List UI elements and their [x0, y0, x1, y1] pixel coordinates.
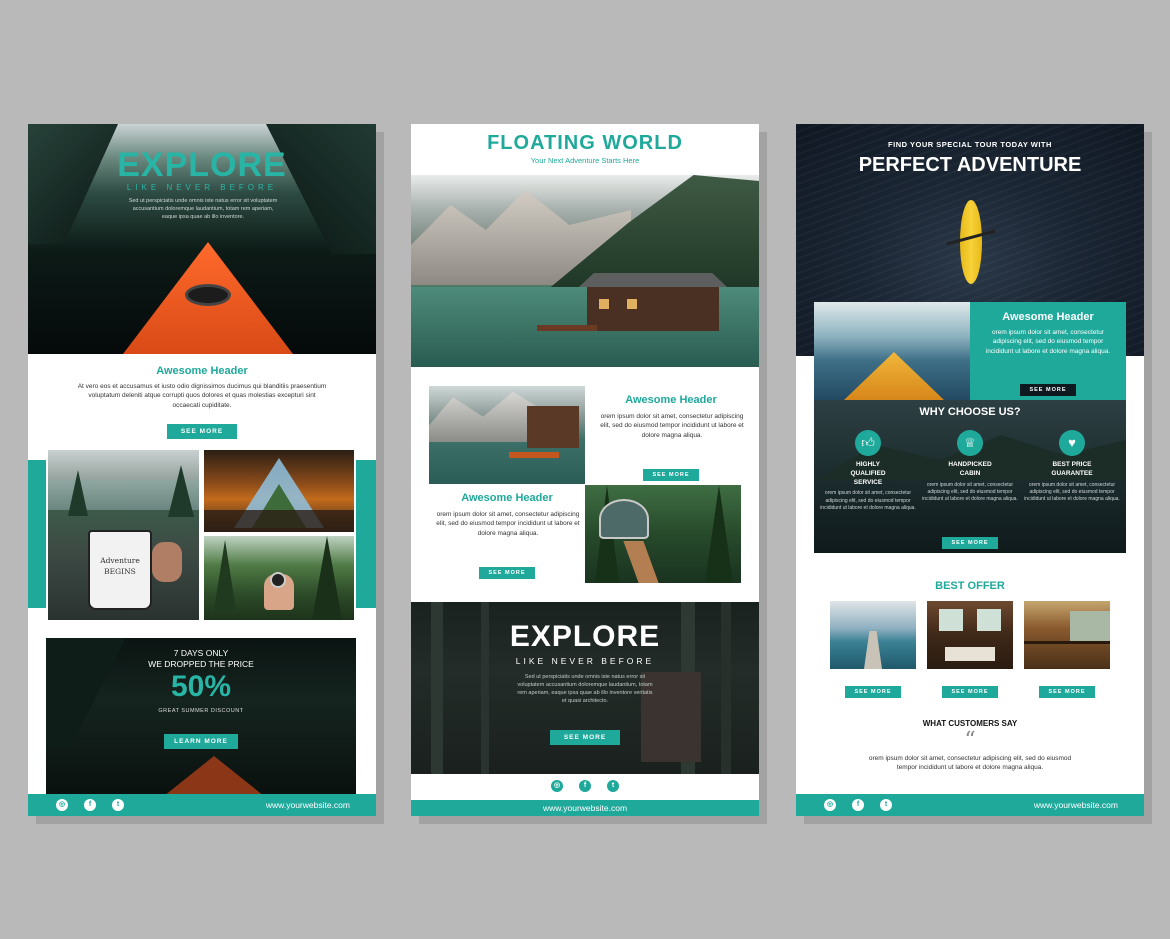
- lake-cabin-photo: [411, 175, 759, 367]
- row2-body: orem ipsum dolor sit amet, consectetur a…: [436, 511, 580, 537]
- row1-header: Awesome Header: [625, 394, 717, 406]
- trophy-icon: ♕: [957, 430, 983, 456]
- offer-cabin-interior-photo: [927, 601, 1013, 669]
- explore-subtitle: LIKE NEVER BEFORE: [515, 656, 655, 666]
- thumbs-up-icon: 👍︎: [855, 430, 881, 456]
- facebook-icon[interactable]: f: [579, 780, 591, 792]
- feature-text: orem ipsum dolor sit amet, consectetur a…: [1024, 481, 1120, 503]
- middle-social-row: ◎ f t: [411, 778, 759, 794]
- tent-photo: [204, 450, 354, 532]
- explore-text: Sed ut perspiciatis unde omnis iste natu…: [517, 674, 653, 704]
- heart-icon: ♥: [1059, 430, 1085, 456]
- footer-bar: www.yourwebsite.com: [411, 800, 759, 816]
- promo-line2: WE DROPPED THE PRICE: [148, 659, 254, 669]
- promo-percent: 50%: [170, 670, 232, 703]
- compass-forest-photo: [204, 536, 354, 620]
- website-link[interactable]: www.yourwebsite.com: [266, 800, 350, 810]
- cabin-dock-photo: [429, 386, 585, 484]
- instagram-icon[interactable]: ◎: [56, 799, 68, 811]
- offer-see-more-button-2[interactable]: SEE MORE: [942, 686, 998, 698]
- twitter-icon[interactable]: t: [112, 799, 124, 811]
- dome: [599, 499, 649, 539]
- footer-bar: ◎ f t www.yourwebsite.com: [28, 794, 376, 816]
- email-template-middle: FLOATING WORLD Your Next Adventure Start…: [411, 124, 759, 816]
- website-link[interactable]: www.yourwebsite.com: [411, 803, 759, 813]
- dome-tent-photo: [585, 485, 741, 583]
- testimonial-text: orem ipsum dolor sit amet, consectetur a…: [868, 755, 1072, 772]
- hero-subtitle: LIKE NEVER BEFORE: [126, 183, 278, 192]
- feature-text: orem ipsum dolor sit amet, consectetur a…: [820, 490, 916, 511]
- twitter-icon[interactable]: t: [880, 799, 892, 811]
- feature-3: ♥ BEST PRICE GUARANTEE orem ipsum dolor …: [1024, 430, 1120, 503]
- twitter-icon[interactable]: t: [607, 780, 619, 792]
- right-title: PERFECT ADVENTURE: [858, 154, 1082, 176]
- kicker-text: FIND YOUR SPECIAL TOUR TODAY WITH: [888, 140, 1052, 149]
- learn-more-button[interactable]: LEARN MORE: [164, 734, 238, 749]
- mug-text: Adventure BEGINS: [100, 556, 140, 576]
- feature-1: 👍︎ HIGHLY QUALIFIED SERVICE orem ipsum d…: [820, 430, 916, 512]
- explore-see-more-button[interactable]: SEE MORE: [549, 730, 621, 745]
- footer-bar: ◎ f t www.yourwebsite.com: [796, 794, 1144, 816]
- email-template-left: EXPLORE LIKE NEVER BEFORE Sed ut perspic…: [28, 124, 376, 816]
- header-teal-box: Awesome Header orem ipsum dolor sit amet…: [970, 302, 1126, 400]
- promo-caption: GREAT SUMMER DISCOUNT: [158, 708, 244, 714]
- feature-2: ♕ HANDPICKED CABIN orem ipsum dolor sit …: [922, 430, 1018, 503]
- forest-cabin-banner: EXPLORE LIKE NEVER BEFORE Sed ut perspic…: [411, 602, 759, 774]
- promo-line1: 7 DAYS ONLY: [173, 648, 229, 658]
- why-see-more-button[interactable]: SEE MORE: [942, 537, 998, 549]
- instagram-icon[interactable]: ◎: [551, 780, 563, 792]
- quote-icon: “: [964, 728, 976, 753]
- feature-label: BEST PRICE GUARANTEE: [1051, 461, 1093, 477]
- right-header: Awesome Header: [1002, 311, 1094, 323]
- instagram-icon[interactable]: ◎: [824, 799, 836, 811]
- compass: [270, 572, 286, 588]
- see-more-button[interactable]: SEE MORE: [166, 424, 238, 439]
- kayak-sunset-photo: [814, 302, 970, 400]
- row2-header: Awesome Header: [461, 492, 553, 504]
- row1-body: orem ipsum dolor sit amet, consectetur a…: [600, 413, 744, 439]
- facebook-icon[interactable]: f: [84, 799, 96, 811]
- offer-see-more-button-1[interactable]: SEE MORE: [845, 686, 901, 698]
- row1-see-more-button[interactable]: SEE MORE: [643, 469, 699, 481]
- offer-pier-photo: [830, 601, 916, 669]
- feature-label: HIGHLY QUALIFIED SERVICE: [850, 461, 886, 486]
- hero-text: Sed ut perspiciatis unde omnis iste natu…: [128, 198, 278, 220]
- feature-label: HANDPICKED CABIN: [948, 461, 992, 477]
- row2-see-more-button[interactable]: SEE MORE: [479, 567, 535, 579]
- why-choose-us-panel: WHY CHOOSE US? 👍︎ HIGHLY QUALIFIED SERVI…: [814, 400, 1126, 553]
- right-see-more-button[interactable]: SEE MORE: [1020, 384, 1076, 396]
- website-link[interactable]: www.yourwebsite.com: [1034, 800, 1118, 810]
- facebook-icon[interactable]: f: [852, 799, 864, 811]
- mug: Adventure BEGINS: [88, 530, 152, 610]
- promo-banner: 7 DAYS ONLY WE DROPPED THE PRICE 50% GRE…: [46, 638, 356, 794]
- feature-text: orem ipsum dolor sit amet, consectetur a…: [922, 481, 1018, 503]
- why-title: WHY CHOOSE US?: [919, 406, 1021, 418]
- hero-title: EXPLORE: [117, 146, 287, 184]
- middle-subtitle: Your Next Adventure Starts Here: [530, 156, 640, 165]
- section-body: At vero eos et accusamus et iusto odio d…: [77, 383, 327, 409]
- best-offer-title: BEST OFFER: [935, 580, 1005, 592]
- offer-see-more-button-3[interactable]: SEE MORE: [1039, 686, 1095, 698]
- middle-title: FLOATING WORLD: [487, 132, 683, 154]
- yellow-kayak: [960, 200, 982, 284]
- boathouse: [579, 273, 727, 331]
- offer-balcony-photo: [1024, 601, 1110, 669]
- hero-kayak-photo: EXPLORE LIKE NEVER BEFORE Sed ut perspic…: [28, 124, 376, 354]
- mug-photo: Adventure BEGINS: [48, 450, 199, 620]
- explore-title: EXPLORE: [509, 620, 661, 653]
- email-template-right: FIND YOUR SPECIAL TOUR TODAY WITH PERFEC…: [796, 124, 1144, 816]
- section-header: Awesome Header: [156, 365, 248, 377]
- right-body: orem ipsum dolor sit amet, consectetur a…: [985, 329, 1111, 355]
- customers-title: WHAT CUSTOMERS SAY: [922, 719, 1018, 728]
